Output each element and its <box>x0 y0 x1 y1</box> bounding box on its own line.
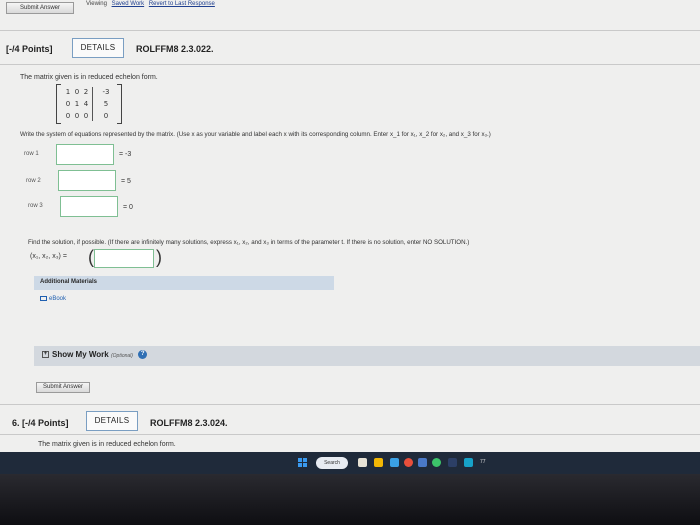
matrix-cell: 0 <box>83 112 89 120</box>
row-3-input[interactable] <box>60 196 118 217</box>
matrix-cell: 1 <box>74 100 80 108</box>
taskbar-clock: 77 <box>480 459 486 465</box>
show-my-work-bar[interactable]: + Show My Work (Optional) ? <box>34 346 700 366</box>
teams-icon[interactable] <box>464 458 473 467</box>
row-2-label: row 2 <box>26 178 41 184</box>
augmented-matrix: 1 0 2 -3 0 1 4 5 0 0 0 0 <box>56 84 122 124</box>
top-toolbar: Submit Answer Viewing Saved Work Revert … <box>0 0 700 16</box>
divider <box>0 434 700 435</box>
windows-start-icon[interactable] <box>298 458 308 468</box>
row-3-rhs: = 0 <box>123 204 133 211</box>
revert-link[interactable]: Revert to Last Response <box>149 1 215 7</box>
mail-icon[interactable] <box>448 458 457 467</box>
question-6-intro: The matrix given is in reduced echelon f… <box>38 441 176 448</box>
row-2-input[interactable] <box>58 170 116 191</box>
row-1-label: row 1 <box>24 151 39 157</box>
additional-materials-label: Additional Materials <box>40 279 98 285</box>
matrix-cell: 2 <box>83 88 89 96</box>
submit-answer-button[interactable]: Submit Answer <box>36 382 90 393</box>
chrome-icon[interactable] <box>404 458 413 467</box>
additional-materials-bar: Additional Materials <box>34 276 334 290</box>
question-6-code: ROLFFM8 2.3.024. <box>150 418 228 428</box>
help-icon[interactable]: ? <box>138 350 148 360</box>
book-icon <box>40 296 47 301</box>
optional-label: (Optional) <box>110 353 133 359</box>
matrix-cell: 1 <box>65 88 71 96</box>
matrix-cell: 4 <box>83 100 89 108</box>
ebook-label: eBook <box>49 296 67 303</box>
question-code: ROLFFM8 2.3.022. <box>136 44 214 54</box>
matrix-intro: The matrix given is in reduced echelon f… <box>20 74 158 81</box>
matrix-cell: 0 <box>103 112 109 120</box>
ebook-link[interactable]: eBook <box>40 296 66 302</box>
row-1-rhs: = -3 <box>119 151 132 158</box>
viewing-label: Viewing <box>86 1 107 7</box>
matrix-cell: -3 <box>102 88 110 96</box>
taskbar-search[interactable]: Search <box>316 457 348 469</box>
browser-screen: Submit Answer Viewing Saved Work Revert … <box>0 0 700 460</box>
matrix-cell: 0 <box>74 112 80 120</box>
row-2-rhs: = 5 <box>121 178 131 185</box>
question-points: [-/4 Points] <box>6 44 53 54</box>
matrix-left-bracket <box>56 84 61 124</box>
details-button[interactable]: DETAILS <box>72 38 124 58</box>
matrix-right-bracket <box>117 84 122 124</box>
divider <box>0 64 700 65</box>
solution-label: (x₁, x₂, x₃) = <box>30 253 67 260</box>
laptop-bezel <box>0 474 700 525</box>
row-1-input[interactable] <box>56 144 114 165</box>
edge-icon[interactable] <box>390 458 399 467</box>
show-my-work-label: + Show My Work (Optional) ? <box>42 350 148 360</box>
matrix-cell: 0 <box>65 112 71 120</box>
equation-instructions: Write the system of equations represente… <box>20 131 491 138</box>
right-paren: ) <box>156 247 162 267</box>
file-explorer-icon[interactable] <box>374 458 383 467</box>
divider <box>0 404 700 405</box>
task-view-icon[interactable] <box>358 458 367 467</box>
response-links: Viewing Saved Work Revert to Last Respon… <box>86 1 218 7</box>
solution-prompt: Find the solution, if possible. (If ther… <box>28 239 470 246</box>
matrix-cell: 0 <box>74 88 80 96</box>
expand-plus-icon[interactable]: + <box>42 351 49 359</box>
store-icon[interactable] <box>418 458 427 467</box>
show-my-work-text: Show My Work <box>52 350 109 359</box>
matrix-cell: 5 <box>103 100 109 108</box>
windows-taskbar: Search 77 <box>0 452 700 474</box>
question-6-points: 6. [-/4 Points] <box>12 418 69 428</box>
matrix-cell: 0 <box>65 100 71 108</box>
divider <box>0 30 700 31</box>
solution-input[interactable] <box>94 249 154 268</box>
augment-separator <box>92 87 93 121</box>
saved-work-link[interactable]: Saved Work <box>112 1 145 7</box>
app-icon[interactable] <box>432 458 441 467</box>
details-button-q6[interactable]: DETAILS <box>86 411 138 431</box>
top-submit-answer-button[interactable]: Submit Answer <box>6 2 74 14</box>
row-3-label: row 3 <box>28 203 43 209</box>
